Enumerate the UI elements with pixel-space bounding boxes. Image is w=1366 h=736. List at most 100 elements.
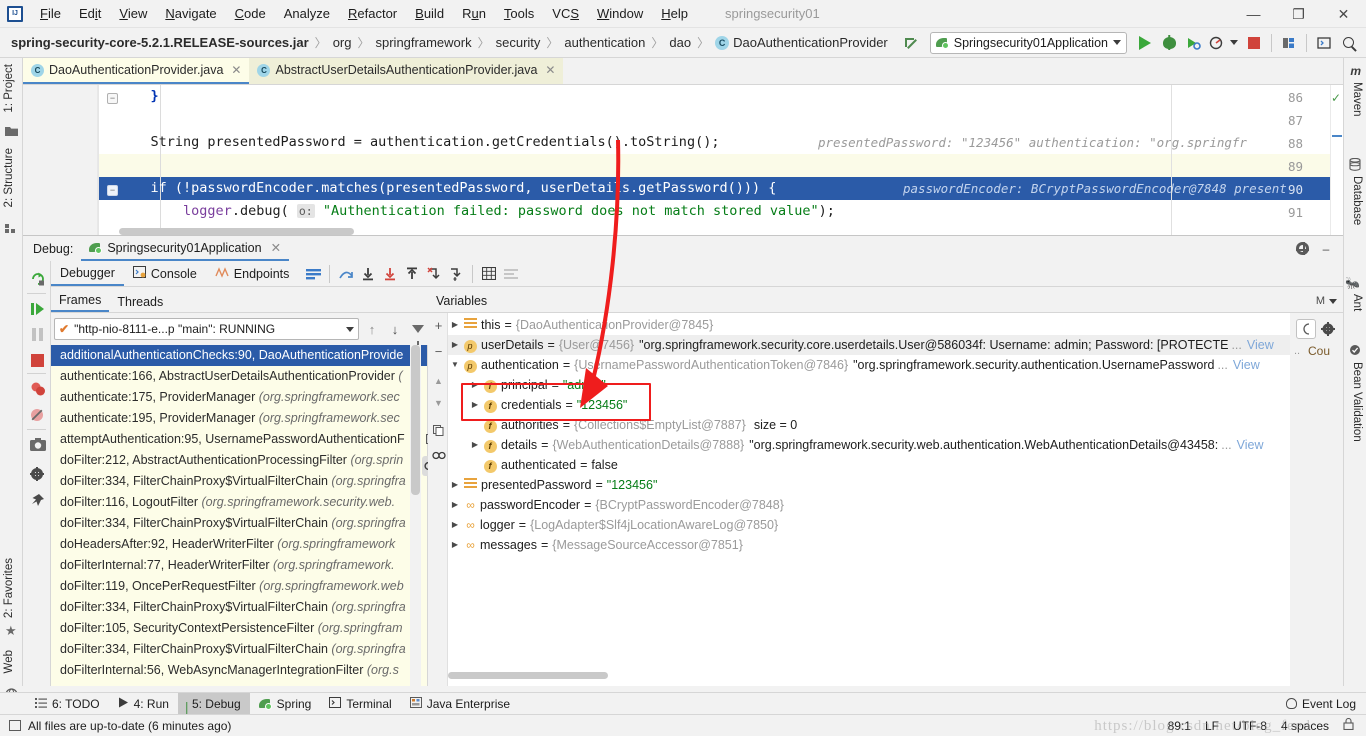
editor-horizontal-scrollbar[interactable] — [119, 228, 354, 235]
sidebar-item-ant[interactable]: Ant — [1351, 294, 1363, 311]
breadcrumb-item-springframework[interactable]: springframework — [373, 33, 475, 52]
minimize-button[interactable]: — — [1231, 0, 1276, 28]
rerun-icon[interactable] — [28, 269, 47, 288]
run-with-coverage-button[interactable] — [1181, 31, 1205, 55]
variable-row-presentedpassword[interactable]: ▶ presentedPassword = "123456" — [448, 475, 657, 495]
breadcrumb-item-authentication[interactable]: authentication — [561, 33, 648, 52]
code-fold-icon[interactable]: − — [107, 93, 118, 104]
run-configuration-selector[interactable]: Springsecurity01Application — [929, 31, 1127, 54]
debug-button[interactable] — [1157, 31, 1181, 55]
editor-gutter[interactable] — [23, 85, 98, 235]
frames-vertical-scrollbar[interactable] — [410, 345, 421, 686]
expand-twisty-icon[interactable]: ▶ — [448, 495, 462, 515]
frame-row-10[interactable]: doFilterInternal:77, HeaderWriterFilter … — [51, 555, 427, 576]
frame-row-14[interactable]: doFilter:334, FilterChainProxy$VirtualFi… — [51, 639, 427, 660]
frame-row-6[interactable]: doFilter:334, FilterChainProxy$VirtualFi… — [51, 471, 427, 492]
resume-program-icon[interactable] — [28, 299, 47, 318]
collapse-twisty-icon[interactable]: ▼ — [448, 355, 462, 375]
stop-button[interactable] — [1242, 31, 1266, 55]
project-structure-icon[interactable] — [1277, 31, 1301, 55]
move-up-icon[interactable]: ▲ — [432, 375, 445, 388]
sidebar-item-structure[interactable]: 2: Structure — [3, 148, 15, 207]
frame-row-9[interactable]: doHeadersAfter:92, HeaderWriterFilter (o… — [51, 534, 427, 555]
variable-row-userdetails[interactable]: ▶ p userDetails = {User@7456} "org.sprin… — [448, 335, 1343, 355]
scrollbar-thumb[interactable] — [411, 345, 420, 495]
gear-icon[interactable] — [28, 465, 47, 484]
caret-position[interactable]: 89:1 — [1168, 719, 1191, 733]
tab-threads[interactable]: Threads — [109, 293, 171, 312]
drop-frame-icon[interactable] — [423, 263, 445, 285]
view-breakpoints-icon[interactable] — [28, 379, 47, 398]
profile-chevron-icon[interactable] — [1230, 40, 1238, 45]
view-link[interactable]: View — [1237, 435, 1264, 455]
tool-button-run[interactable]: 4: Run — [109, 693, 178, 714]
run-to-cursor-icon[interactable] — [445, 263, 467, 285]
frame-row-1[interactable]: authenticate:166, AbstractUserDetailsAut… — [51, 366, 427, 387]
mute-breakpoints-icon[interactable] — [28, 405, 47, 424]
editor-tab-abstract-user-details-authentication-provider[interactable]: C AbstractUserDetailsAuthenticationProvi… — [249, 58, 564, 84]
force-step-into-icon[interactable] — [379, 263, 401, 285]
editor-tab-dao-authentication-provider[interactable]: C DaoAuthenticationProvider.java ✕ — [23, 58, 250, 84]
step-out-icon[interactable] — [401, 263, 423, 285]
variable-row-details[interactable]: ▶ f details = {WebAuthenticationDetails@… — [448, 435, 1264, 455]
stop-program-icon[interactable] — [28, 351, 47, 370]
menu-code[interactable]: Code — [226, 2, 275, 26]
tab-frames[interactable]: Frames — [51, 291, 110, 312]
event-log-button[interactable]: Event Log — [1285, 697, 1366, 711]
tool-button-spring[interactable]: Spring — [250, 693, 321, 714]
variable-row-messages[interactable]: ▶ ∞ messages = {MessageSourceAccessor@78… — [448, 535, 743, 555]
terminal-toolbar-icon[interactable] — [1312, 31, 1336, 55]
sidebar-item-favorites[interactable]: 2: Favorites — [3, 558, 15, 618]
frame-down-icon[interactable]: ↓ — [385, 319, 405, 339]
variable-row-principal[interactable]: ▶ f principal = "admin" — [448, 375, 606, 395]
debug-session-tab[interactable]: Springsecurity01Application ✕ — [81, 236, 290, 261]
sidebar-item-bean-validation[interactable]: Bean Validation — [1351, 362, 1363, 442]
chevron-down-icon[interactable] — [1329, 298, 1337, 304]
evaluate-icon[interactable] — [1296, 319, 1316, 339]
expand-twisty-icon[interactable]: ▶ — [448, 475, 462, 495]
menu-refactor[interactable]: Refactor — [339, 2, 406, 26]
expand-twisty-icon[interactable]: ▶ — [448, 535, 462, 555]
move-down-icon[interactable]: ▼ — [432, 397, 445, 410]
expand-twisty-icon[interactable]: ▶ — [448, 515, 462, 535]
copy-value-icon[interactable] — [432, 425, 445, 438]
menu-vcs[interactable]: VCS — [543, 2, 588, 26]
layout-settings-icon[interactable] — [302, 263, 324, 285]
close-icon[interactable]: ✕ — [231, 63, 241, 77]
variable-row-credentials[interactable]: ▶ f credentials = "123456" — [448, 395, 627, 415]
expand-twisty-icon[interactable]: ▶ — [468, 375, 482, 395]
frame-row-0[interactable]: additionalAuthenticationChecks:90, DaoAu… — [51, 345, 427, 366]
variable-row-authorities[interactable]: f authorities = {Collections$EmptyList@7… — [448, 415, 797, 435]
watches-toggle-icon[interactable] — [432, 449, 446, 462]
back-arrow-icon[interactable] — [900, 31, 924, 55]
menu-analyze[interactable]: Analyze — [275, 2, 339, 26]
menu-help[interactable]: Help — [652, 2, 697, 26]
profile-button[interactable] — [1205, 31, 1229, 55]
frame-row-7[interactable]: doFilter:116, LogoutFilter (org.springfr… — [51, 492, 427, 513]
sidebar-item-web[interactable]: Web — [3, 650, 15, 673]
step-into-icon[interactable] — [357, 263, 379, 285]
step-over-icon[interactable] — [335, 263, 357, 285]
add-watch-icon[interactable]: + — [432, 319, 445, 332]
expand-twisty-icon[interactable]: ▶ — [448, 315, 462, 335]
view-link[interactable]: View — [1233, 355, 1260, 375]
frame-row-4[interactable]: attemptAuthentication:95, UsernamePasswo… — [51, 429, 427, 450]
settings-gear-icon[interactable] — [1318, 319, 1338, 339]
settings-gear-icon[interactable] — [1291, 238, 1313, 260]
evaluate-expression-icon[interactable] — [478, 263, 500, 285]
menu-file[interactable]: File — [31, 2, 70, 26]
filter-icon[interactable] — [408, 319, 428, 345]
line-separator[interactable]: LF — [1205, 719, 1219, 733]
thread-selector[interactable]: ✔ "http-nio-8111-e...p "main": RUNNING — [54, 318, 359, 340]
frame-row-5[interactable]: doFilter:212, AbstractAuthenticationProc… — [51, 450, 427, 471]
close-icon[interactable]: ✕ — [545, 63, 555, 77]
sidebar-item-database[interactable]: Database — [1351, 176, 1363, 225]
code-fold-icon[interactable]: − — [107, 185, 118, 196]
sidebar-item-maven[interactable]: Maven — [1351, 82, 1363, 117]
run-button[interactable] — [1133, 31, 1157, 55]
variable-row-logger[interactable]: ▶ ∞ logger = {LogAdapter$Slf4jLocationAw… — [448, 515, 778, 535]
tool-button-todo[interactable]: 6: TODO — [26, 693, 109, 714]
menu-view[interactable]: View — [110, 2, 156, 26]
hide-panel-icon[interactable]: – — [1315, 238, 1337, 260]
menu-run[interactable]: Run — [453, 2, 495, 26]
